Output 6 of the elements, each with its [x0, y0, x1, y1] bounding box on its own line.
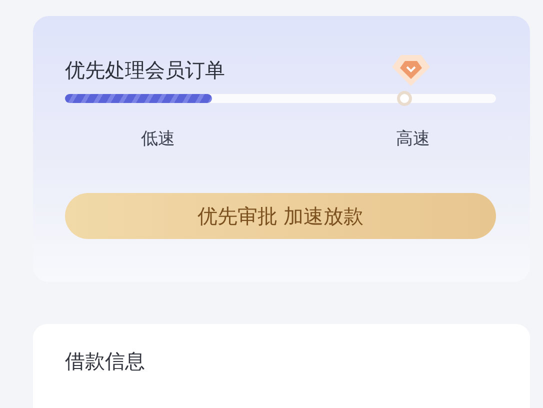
- speed-label: 低速: [141, 128, 175, 151]
- card-title: 优先处理会员订单: [65, 60, 225, 80]
- diamond-icon: [391, 52, 431, 88]
- card-title: 借款信息: [65, 348, 146, 375]
- speed-label: 高速: [396, 128, 430, 151]
- approve-button[interactable]: 优先审批 加速放款: [65, 192, 496, 238]
